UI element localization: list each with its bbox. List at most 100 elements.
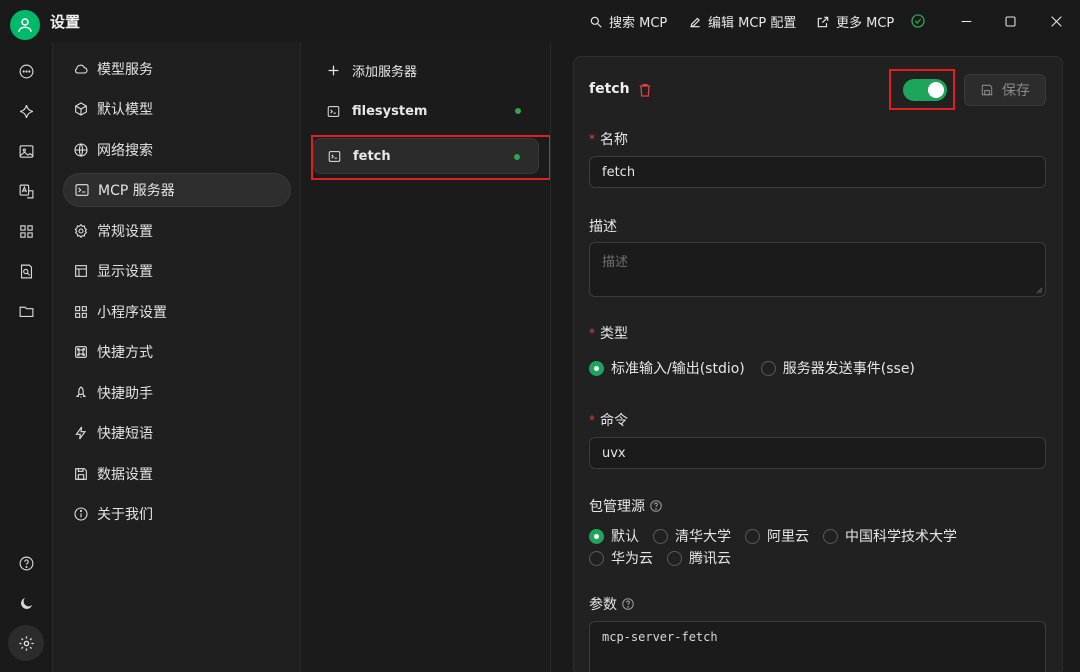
gear-icon xyxy=(74,223,88,239)
registry-option-tencent[interactable]: 腾讯云 xyxy=(667,548,731,568)
name-input[interactable]: fetch xyxy=(589,156,1046,188)
type-option-stdio[interactable]: 标准输入/输出(stdio) xyxy=(589,358,745,378)
description-input[interactable]: 描述 xyxy=(589,242,1046,297)
registry-option-huawei[interactable]: 华为云 xyxy=(589,548,653,568)
command-label-row: * 命令 xyxy=(589,410,628,430)
folder-icon xyxy=(19,306,33,317)
radio-label: 默认 xyxy=(611,529,639,545)
radio-label: 清华大学 xyxy=(675,529,731,545)
description-placeholder: 描述 xyxy=(602,255,629,270)
radio-indicator xyxy=(745,528,760,544)
rail-image[interactable] xyxy=(13,138,39,164)
nav-web-search[interactable]: 网络搜索 xyxy=(63,133,291,167)
icon-rail xyxy=(0,42,52,672)
nav-default-model[interactable]: 默认模型 xyxy=(63,92,291,126)
minimize-button[interactable] xyxy=(952,8,980,34)
rail-settings[interactable] xyxy=(8,625,44,661)
radio-indicator xyxy=(589,550,604,566)
image-icon xyxy=(19,144,33,158)
rocket-icon xyxy=(75,386,87,398)
terminal-icon xyxy=(327,105,340,117)
status-dot xyxy=(515,108,521,114)
nav-mcp-servers[interactable]: MCP 服务器 xyxy=(63,173,291,207)
add-server-button[interactable]: 添加服务器 xyxy=(313,52,539,88)
resize-handle-icon[interactable] xyxy=(1036,287,1043,294)
search-mcp-button[interactable]: 搜索 MCP xyxy=(589,12,667,31)
name-label: 名称 xyxy=(600,132,628,148)
search-mcp-label: 搜索 MCP xyxy=(609,16,668,31)
nav-label: 关于我们 xyxy=(97,507,153,523)
add-server-label: 添加服务器 xyxy=(352,64,418,80)
user-avatar[interactable] xyxy=(10,10,40,40)
save-button[interactable]: 保存 xyxy=(964,74,1046,106)
nav-display[interactable]: 显示设置 xyxy=(63,254,291,288)
rail-files[interactable] xyxy=(13,298,39,324)
radio-label: 腾讯云 xyxy=(689,551,731,567)
zap-icon xyxy=(75,426,87,440)
nav-model-service[interactable]: 模型服务 xyxy=(63,52,291,86)
rail-translate[interactable] xyxy=(13,178,39,204)
rail-chat[interactable] xyxy=(13,58,39,84)
registry-radio-group-row1: 默认 清华大学 阿里云 中国科学技术大学 xyxy=(589,526,957,546)
more-mcp-button[interactable]: 更多 MCP xyxy=(816,12,894,31)
type-label-row: * 类型 xyxy=(589,323,628,343)
close-button[interactable] xyxy=(1042,8,1070,34)
save-icon xyxy=(981,84,993,96)
nav-label: 快捷助手 xyxy=(97,386,153,402)
nav-miniapps[interactable]: 小程序设置 xyxy=(63,295,291,329)
rail-apps[interactable] xyxy=(13,218,39,244)
rail-theme[interactable] xyxy=(13,590,39,616)
minimize-icon xyxy=(961,20,971,22)
highlight-box-toggle xyxy=(889,69,955,110)
edit-mcp-config-button[interactable]: 编辑 MCP 配置 xyxy=(688,12,796,31)
server-detail-panel: fetch 保存 * 名称 fetch 描述 描述 * 类型 标准输入/输出(s… xyxy=(550,42,1080,672)
user-icon xyxy=(18,18,32,32)
delete-icon[interactable] xyxy=(637,82,653,98)
globe-icon xyxy=(74,143,88,157)
nav-about[interactable]: 关于我们 xyxy=(63,497,291,531)
maximize-button[interactable] xyxy=(996,8,1024,34)
info-icon xyxy=(74,507,88,521)
radio-indicator xyxy=(667,550,682,566)
nav-label: 默认模型 xyxy=(97,102,153,118)
args-label-row: 参数 xyxy=(589,594,635,614)
registry-option-default[interactable]: 默认 xyxy=(589,526,639,546)
rail-knowledge[interactable] xyxy=(13,258,39,284)
type-label: 类型 xyxy=(600,326,628,342)
registry-option-ustc[interactable]: 中国科学技术大学 xyxy=(823,526,957,546)
command-icon xyxy=(75,346,87,358)
nav-data[interactable]: 数据设置 xyxy=(63,457,291,491)
registry-option-tsinghua[interactable]: 清华大学 xyxy=(653,526,731,546)
nav-label: MCP 服务器 xyxy=(98,183,175,199)
command-input[interactable]: uvx xyxy=(589,437,1046,469)
nav-label: 模型服务 xyxy=(97,62,153,78)
registry-option-aliyun[interactable]: 阿里云 xyxy=(745,526,809,546)
nav-label: 常规设置 xyxy=(97,224,153,240)
more-mcp-label: 更多 MCP xyxy=(836,16,895,31)
cube-icon xyxy=(75,102,87,116)
args-input[interactable]: mcp-server-fetch xyxy=(589,621,1046,672)
radio-label: 华为云 xyxy=(611,551,653,567)
server-config-card: fetch 保存 * 名称 fetch 描述 描述 * 类型 标准输入/输出(s… xyxy=(573,56,1063,672)
plus-icon xyxy=(328,65,339,75)
server-item-filesystem[interactable]: filesystem xyxy=(313,93,539,129)
nav-quick-phrases[interactable]: 快捷短语 xyxy=(63,416,291,450)
edit-icon xyxy=(690,17,700,27)
help-circle-icon[interactable] xyxy=(621,597,635,611)
type-option-sse[interactable]: 服务器发送事件(sse) xyxy=(760,358,915,378)
required-mark: * xyxy=(589,413,595,427)
external-link-icon xyxy=(817,16,829,27)
rail-assistant[interactable] xyxy=(13,98,39,124)
settings-icon xyxy=(18,635,34,651)
nav-quick-assistant[interactable]: 快捷助手 xyxy=(63,376,291,410)
radio-label: 标准输入/输出(stdio) xyxy=(611,361,745,377)
rail-help[interactable] xyxy=(13,550,39,576)
registry-label: 包管理源 xyxy=(589,499,645,515)
radio-indicator xyxy=(760,360,776,376)
nav-label: 数据设置 xyxy=(97,467,153,483)
radio-label: 服务器发送事件(sse) xyxy=(782,361,915,377)
help-circle-icon[interactable] xyxy=(649,499,663,513)
nav-shortcuts[interactable]: 快捷方式 xyxy=(63,335,291,369)
registry-label-row: 包管理源 xyxy=(589,496,663,516)
nav-general[interactable]: 常规设置 xyxy=(63,214,291,248)
